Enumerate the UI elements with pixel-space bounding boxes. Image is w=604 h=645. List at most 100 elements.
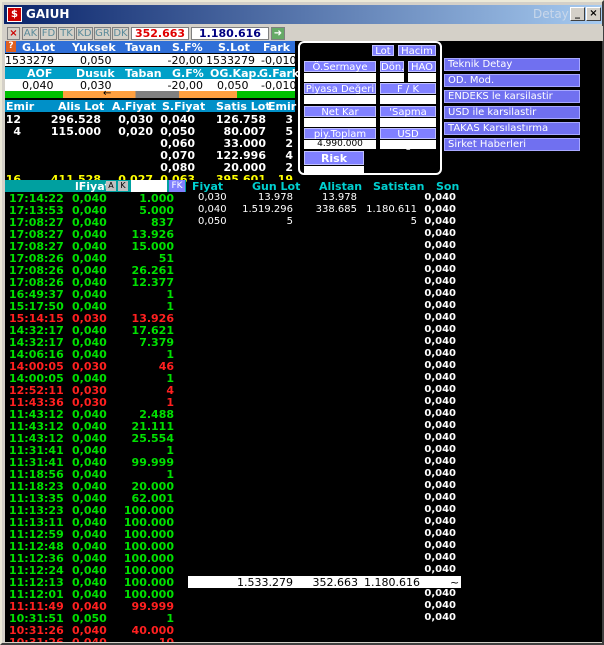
osermaye-button[interactable]: Ö.Sermaye: [304, 61, 376, 73]
ps-gun-lot: 1.519.296: [242, 204, 293, 215]
tab-dk[interactable]: DK: [112, 27, 129, 40]
don-button[interactable]: Dön.: [380, 61, 404, 73]
son-value: 0,040: [424, 564, 456, 575]
header-tavan: Tavan: [125, 41, 161, 54]
trade-price: 0,040: [72, 636, 107, 642]
son-value: 0,040: [424, 204, 456, 215]
summary-values-2: 0,040 0,030 -20,00 0,050 -0,010: [5, 79, 296, 92]
ps-gun-lot: 13.978: [258, 192, 293, 203]
son-value: 0,040: [424, 384, 456, 395]
son-value: 0,040: [424, 312, 456, 323]
hao-value: [408, 73, 436, 82]
son-value: 0,040: [424, 408, 456, 419]
ps-fiyat: 0,030: [198, 192, 227, 203]
ps-alistan: 13.978: [322, 192, 357, 203]
trades-fk-button[interactable]: FK: [169, 180, 185, 192]
app-window: $ GAIUH Detay _ × × AK FD TK KD GR DK 35…: [0, 0, 604, 645]
depth-header-emir-sell: Emir: [268, 100, 297, 113]
son-value: 0,040: [424, 276, 456, 287]
minimize-button[interactable]: _: [570, 7, 585, 21]
header-glot: G.Lot: [22, 41, 56, 54]
summary-header-2: AOF Dusuk Taban G.F% OG.Kap. G.Fark: [5, 67, 299, 80]
son-value: 0,040: [424, 300, 456, 311]
piy-toplam-lot-value: 4.990.000: [304, 140, 376, 149]
summary-values-1: 1533279 0,050 -20,00 1533279 -0,010: [5, 54, 297, 67]
son-value: 0,040: [424, 516, 456, 527]
value-sf: -20,00: [167, 54, 203, 67]
sapma-value: [380, 118, 436, 127]
piyasa-degeri-button[interactable]: Piyasa Değeri: [304, 83, 376, 95]
fk-button[interactable]: F / K: [380, 83, 436, 95]
trade-time: 10:31:26: [9, 636, 64, 642]
main-content: ? G.Lot Yuksek Tavan S.F% S.Lot Fark 153…: [5, 41, 602, 642]
close-x-icon[interactable]: ×: [7, 27, 20, 40]
tab-tk[interactable]: TK: [58, 27, 75, 40]
menu-item[interactable]: ENDEKS le karsilastir: [444, 90, 580, 103]
tab-fd[interactable]: FD: [40, 27, 57, 40]
usd-degeri-value: [380, 140, 436, 149]
header-sf: S.F%: [172, 41, 203, 54]
son-value: 0,040: [424, 456, 456, 467]
tab-ak[interactable]: AK: [22, 27, 39, 40]
depth-gauge-bar: ←: [5, 88, 295, 99]
usd-degeri-button[interactable]: USD Değeri: [380, 128, 436, 151]
title-bar[interactable]: $ GAIUH Detay _ ×: [4, 5, 602, 24]
sapma-button[interactable]: 'Sapma: [380, 106, 436, 118]
trades-a-button[interactable]: A: [106, 181, 116, 191]
ps-fiyat: 0,040: [198, 204, 227, 215]
window-title: GAIUH: [26, 7, 70, 21]
menu-item[interactable]: Teknik Detay: [444, 58, 580, 71]
ps-total-tail: ~: [450, 576, 460, 589]
son-value: 0,040: [424, 528, 456, 539]
son-value: 0,040: [424, 336, 456, 347]
depth-header-emir-buy: Emir: [6, 100, 35, 113]
osermaye-value: [304, 73, 376, 82]
son-value: 0,040: [424, 492, 456, 503]
hacim-button[interactable]: Hacim: [398, 45, 436, 57]
son-value: 0,040: [424, 600, 456, 611]
ps-alistan: 338.685: [315, 204, 357, 215]
son-value: 0,040: [424, 216, 456, 227]
menu-item[interactable]: OD. Mod.: [444, 74, 580, 87]
detail-label[interactable]: Detay: [533, 7, 569, 21]
risk-kodu-button[interactable]: Risk Kodu: [304, 151, 364, 178]
ps-total-satistan: 1.180.616: [364, 576, 420, 589]
value-fark: -0,010: [261, 54, 297, 67]
trades-k-button[interactable]: K: [118, 181, 128, 191]
menu-item[interactable]: Sirket Haberleri: [444, 138, 580, 151]
son-value: 0,040: [424, 240, 456, 251]
menu-item[interactable]: USD ile karsilastir: [444, 106, 580, 119]
hao-button[interactable]: HAO: [408, 61, 436, 73]
trades-filter-input[interactable]: [131, 180, 167, 192]
depth-header-a-fiyat: A.Fiyat: [112, 100, 157, 113]
son-value: 0,040: [424, 324, 456, 335]
tab-kd[interactable]: KD: [76, 27, 93, 40]
son-value: 0,040: [424, 588, 456, 599]
ps-fiyat: 0,050: [198, 216, 227, 227]
trades-header: lFiyat A K FK: [5, 180, 186, 193]
arrow-right-icon[interactable]: ➜: [271, 27, 285, 40]
son-value: 0,040: [424, 504, 456, 515]
lot-button[interactable]: Lot: [372, 45, 394, 57]
son-value: 0,040: [424, 420, 456, 431]
son-value: 0,040: [424, 396, 456, 407]
help-icon[interactable]: ?: [6, 41, 16, 52]
toolbar-value-volume: 1.180.616: [191, 27, 269, 40]
son-value: 0,040: [424, 540, 456, 551]
ps-total-gun-lot: 1.533.279: [237, 576, 293, 589]
net-kar-button[interactable]: Net Kar: [304, 106, 376, 118]
piy-toplam-lot-button[interactable]: piy.Toplam Lot: [304, 128, 376, 151]
gauge-arrow-icon: ←: [103, 88, 112, 99]
ps-total-alistan: 352.663: [312, 576, 359, 589]
son-value: 0,040: [424, 252, 456, 263]
tab-gr[interactable]: GR: [94, 27, 111, 40]
son-value: 0,040: [424, 444, 456, 455]
menu-item[interactable]: TAKAS Karsılastırma: [444, 122, 580, 135]
piyasa-value: [304, 95, 376, 104]
son-value: 0,040: [424, 468, 456, 479]
toolbar-value-lot: 352.663: [131, 27, 189, 40]
son-value: 0,040: [424, 432, 456, 443]
depth-header-alis-lot: Alis Lot: [58, 100, 105, 113]
close-button[interactable]: ×: [586, 7, 601, 21]
son-value: 0,040: [424, 360, 456, 371]
